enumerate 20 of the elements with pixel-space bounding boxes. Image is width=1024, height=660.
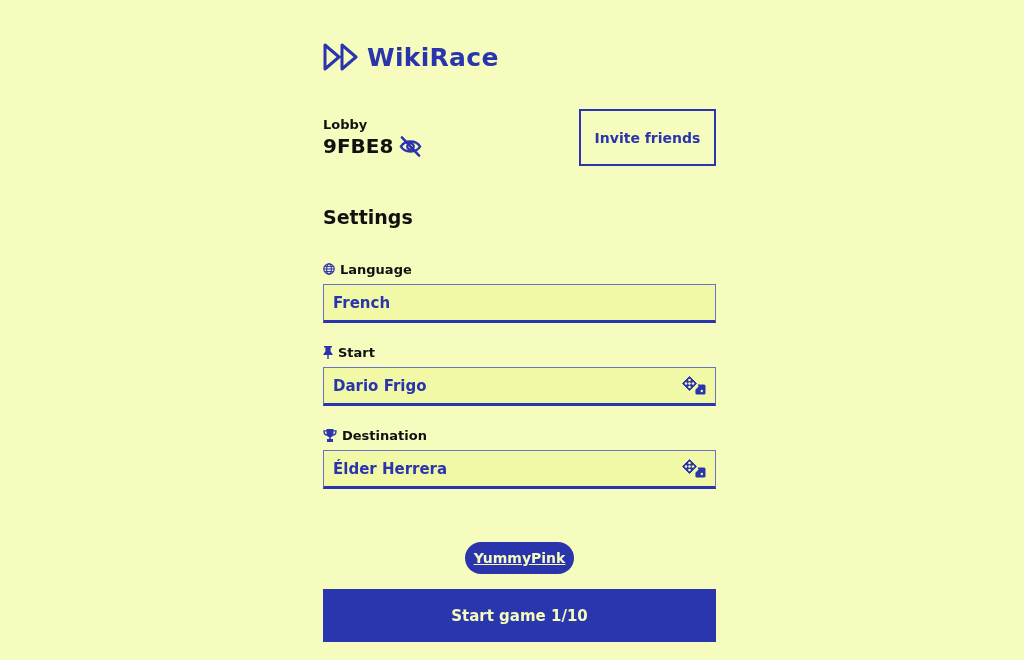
dice-icon[interactable]	[682, 376, 706, 395]
settings-heading: Settings	[323, 206, 413, 228]
eye-slash-icon[interactable]	[399, 135, 423, 157]
dice-icon[interactable]	[682, 459, 706, 478]
app-title: WikiRace	[367, 42, 499, 72]
article-field[interactable]: Élder Herrera	[323, 450, 716, 489]
invite-friends-button[interactable]: Invite friends	[579, 109, 716, 166]
field-label: Language	[340, 261, 412, 277]
start-game-button[interactable]: Start game 1/10	[323, 589, 716, 642]
trophy-icon	[323, 428, 337, 442]
field-label: Destination	[342, 427, 427, 443]
fast-forward-icon	[323, 43, 359, 71]
lobby-code: 9FBE8	[323, 134, 394, 158]
article-field[interactable]: Dario Frigo	[323, 367, 716, 406]
field-label: Start	[338, 344, 375, 360]
pushpin-icon	[323, 345, 333, 359]
lobby-label: Lobby	[323, 117, 369, 132]
globe-icon	[323, 263, 335, 275]
player-name-tag[interactable]: YummyPink	[464, 542, 575, 574]
language-field[interactable]: French	[323, 284, 716, 323]
